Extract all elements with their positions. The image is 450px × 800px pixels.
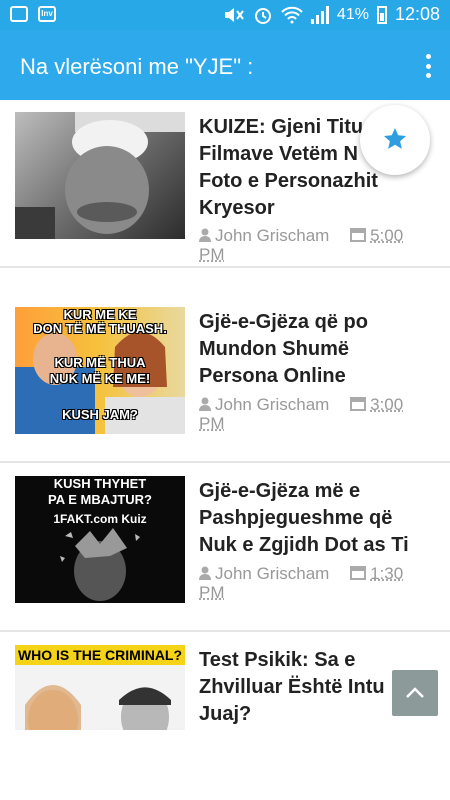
article-meta: John Grischam 3:00 PM <box>199 395 439 433</box>
article-title[interactable]: Gjë-e-Gjëza më e Pashpjegueshme që Nuk e… <box>199 478 439 559</box>
article-thumbnail[interactable]: WHO IS THE CRIMINAL? <box>15 645 185 730</box>
post-time-ampm: PM <box>199 583 225 602</box>
post-time: 5:00 <box>370 226 404 245</box>
battery-icon <box>376 5 387 24</box>
thumbnail-caption: NUK MË KE ME! <box>49 371 151 386</box>
chevron-up-icon <box>406 687 424 698</box>
page-title: Na vlerësoni me "YJE" : <box>20 54 254 79</box>
post-time: 3:00 <box>370 395 404 414</box>
bottom-blank-area <box>0 730 450 800</box>
user-icon <box>199 566 211 580</box>
app-bar: Na vlerësoni me "YJE" : <box>0 30 450 100</box>
clock: 12:08 <box>394 4 440 24</box>
article-title[interactable]: Gjë-e-Gjëza që po Mundon Shumë Persona O… <box>199 309 439 390</box>
post-time-ampm: PM <box>199 414 225 433</box>
menu-dot-icon <box>425 73 431 78</box>
user-icon <box>199 228 211 242</box>
calendar-icon <box>350 566 367 580</box>
article-meta: John Grischam 1:30 PM <box>199 564 439 602</box>
article-list: KUIZE: Gjeni Titu Filmave Vetëm N Foto e… <box>0 100 450 730</box>
signal-icon <box>310 5 329 24</box>
calendar-icon <box>350 397 367 411</box>
article-thumbnail[interactable]: KUR ME KE DON TË MË THUASH. KUR MË THUA … <box>15 307 185 434</box>
thumbnail-caption: KUR ME KE <box>63 307 137 322</box>
overflow-menu-button[interactable] <box>424 54 432 78</box>
article-thumbnail[interactable] <box>15 112 185 239</box>
gallery-notification-icon <box>10 6 28 22</box>
rate-star-button[interactable] <box>360 105 430 175</box>
thumbnail-caption: KUSH THYHET <box>53 476 147 491</box>
thumbnail-caption: 1FAKT.com Kuiz <box>53 512 147 526</box>
mute-icon <box>224 7 244 22</box>
article-thumbnail[interactable]: KUSH THYHET PA E MBAJTUR? 1FAKT.com Kuiz <box>15 476 185 603</box>
inv-notification-icon: Inv <box>38 6 56 22</box>
alarm-icon <box>254 7 271 24</box>
battery-percent: 41% <box>336 5 369 23</box>
menu-dot-icon <box>425 63 431 69</box>
article-card[interactable]: WHO IS THE CRIMINAL? Test Psikik: Sa e Z… <box>0 633 450 730</box>
thumbnail-caption: PA E MBAJTUR? <box>48 492 152 507</box>
article-meta: John Grischam 5:00 PM <box>199 226 439 264</box>
author-name: John Grischam <box>215 226 330 245</box>
thumbnail-caption: WHO IS THE CRIMINAL? <box>17 647 183 663</box>
wifi-icon <box>281 6 303 23</box>
thumbnail-caption: DON TË MË THUASH. <box>33 321 167 336</box>
author-name: John Grischam <box>215 564 330 583</box>
scroll-to-top-button[interactable] <box>392 670 438 716</box>
star-icon <box>384 128 406 149</box>
thumbnail-caption: KUSH JAM? <box>62 407 138 422</box>
article-card[interactable]: KUR ME KE DON TË MË THUASH. KUR MË THUA … <box>0 295 450 463</box>
menu-dot-icon <box>425 54 431 59</box>
user-icon <box>199 397 211 411</box>
article-card[interactable]: KUSH THYHET PA E MBAJTUR? 1FAKT.com Kuiz… <box>0 464 450 632</box>
thumbnail-caption: KUR MË THUA <box>54 355 146 370</box>
status-bar: Inv 41% 12:08 <box>0 0 450 30</box>
post-time-ampm: PM <box>199 245 225 264</box>
post-time: 1:30 <box>370 564 404 583</box>
author-name: John Grischam <box>215 395 330 414</box>
calendar-icon <box>350 228 367 242</box>
